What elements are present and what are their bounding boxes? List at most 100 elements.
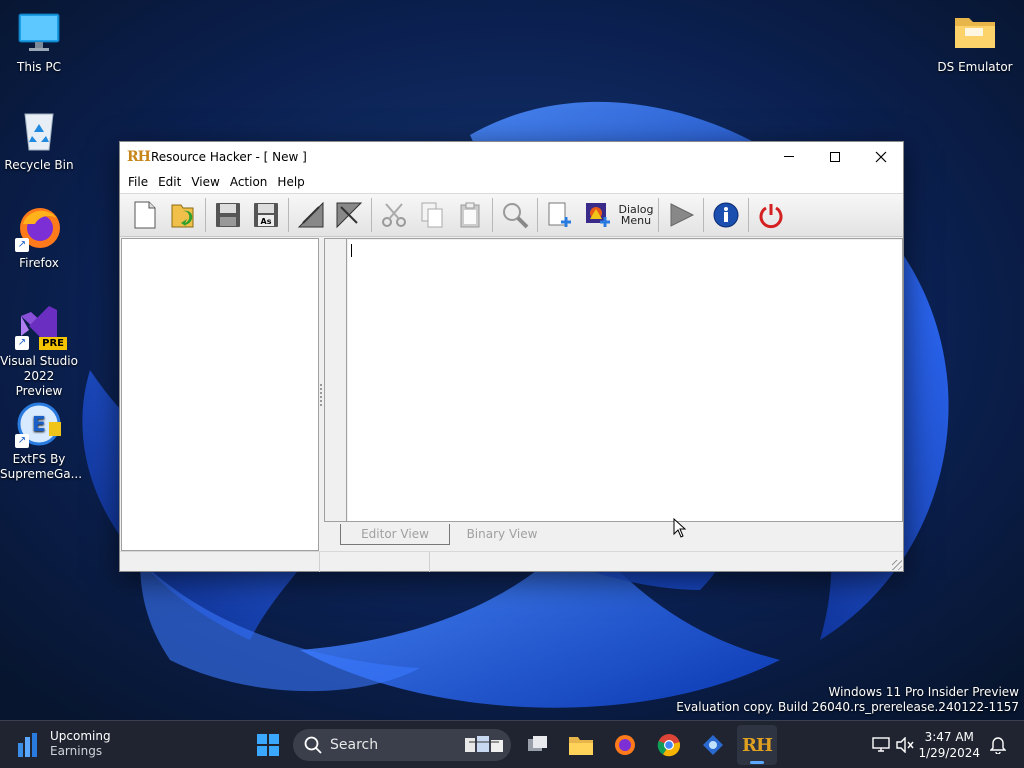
copy-button[interactable] (413, 196, 451, 234)
about-button[interactable] (707, 196, 745, 234)
desktop-icon-label: Recycle Bin (4, 158, 74, 172)
taskbar-firefox[interactable] (605, 725, 645, 765)
compile-button[interactable] (292, 196, 330, 234)
save-button[interactable] (209, 196, 247, 234)
svg-text:E: E (32, 412, 46, 436)
desktop-icon-extfs[interactable]: E ↗ ExtFS By SupremeGa... (0, 400, 82, 482)
visual-studio-icon: ↗ PRE (15, 302, 67, 350)
pre-badge: PRE (39, 337, 67, 350)
editor-frame (324, 238, 903, 522)
new-file-button[interactable] (126, 196, 164, 234)
add-blank-resource-button[interactable] (541, 196, 579, 234)
desktop-icon-recycle-bin[interactable]: Recycle Bin (0, 106, 78, 173)
svg-text:As: As (261, 217, 272, 226)
weather-widget[interactable]: Upcoming Earnings (16, 729, 111, 759)
find-button[interactable] (496, 196, 534, 234)
editor-gutter (325, 239, 347, 521)
taskbar-resource-hacker[interactable]: RH (737, 725, 777, 765)
taskbar-task-view[interactable] (517, 725, 557, 765)
power-icon (759, 204, 783, 229)
minimize-icon (784, 156, 794, 157)
taskbar-search[interactable]: Search (293, 729, 511, 761)
taskbar-app-blue[interactable] (693, 725, 733, 765)
exit-button[interactable] (752, 196, 790, 234)
toolbar-separator (703, 198, 704, 232)
tab-label: Binary View (466, 527, 538, 541)
tab-editor-view[interactable]: Editor View (340, 524, 450, 545)
folder-icon (951, 8, 999, 56)
stocks-chart-icon (18, 733, 37, 757)
toolbar-separator (371, 198, 372, 232)
desktop-icon-visual-studio[interactable]: ↗ PRE Visual Studio 2022 Preview (0, 302, 78, 399)
title-bar[interactable]: RH Resource Hacker - [ New ] (120, 142, 903, 171)
notification-bell-icon[interactable] (990, 736, 1006, 754)
status-bar (120, 551, 903, 572)
rh-app-icon: RH (742, 734, 773, 756)
toolbar-separator (658, 198, 659, 232)
compile-arrow-icon (297, 201, 324, 228)
menu-help[interactable]: Help (272, 175, 309, 189)
run-script-button[interactable] (330, 196, 368, 234)
info-icon (713, 202, 739, 228)
status-cell (120, 552, 320, 572)
copy-icon (421, 202, 443, 228)
run-button[interactable] (662, 196, 700, 234)
menu-file[interactable]: File (123, 175, 153, 189)
toolbar-separator (492, 198, 493, 232)
new-file-icon (134, 201, 156, 229)
toolbar-separator (748, 198, 749, 232)
shortcut-arrow-icon: ↗ (15, 434, 29, 448)
recycle-bin-icon (15, 106, 63, 154)
add-image-resource-button[interactable] (579, 196, 617, 234)
dialog-menu-button[interactable]: Dialog Menu (617, 196, 655, 234)
taskbar-file-explorer[interactable] (561, 725, 601, 765)
menu-view[interactable]: View (186, 175, 224, 189)
clock-date: 1/29/2024 (918, 746, 980, 760)
volume-muted-icon[interactable] (896, 737, 914, 753)
network-icon[interactable] (872, 737, 890, 753)
window-title: Resource Hacker - [ New ] (151, 149, 307, 164)
cut-button[interactable] (375, 196, 413, 234)
desktop-icon-label: ExtFS By SupremeGa... (0, 452, 83, 481)
scissors-icon (382, 203, 406, 227)
menu-edit[interactable]: Edit (153, 175, 186, 189)
tab-label: Editor View (361, 527, 429, 541)
toolbar-separator (205, 198, 206, 232)
taskbar: Upcoming Earnings Search RH 3:47 AM 1/29… (0, 720, 1024, 768)
firefox-icon: ↗ (15, 204, 63, 252)
desktop-icon-firefox[interactable]: ↗ Firefox (0, 204, 78, 271)
start-button[interactable] (248, 725, 288, 765)
resource-hacker-window[interactable]: RH Resource Hacker - [ New ] File Edit V… (119, 141, 904, 572)
desktop-icon-label: DS Emulator (937, 60, 1013, 74)
clock-time: 3:47 AM (924, 730, 974, 744)
content-area: Editor View Binary View (120, 238, 903, 551)
open-file-button[interactable] (164, 196, 202, 234)
resource-tree-pane[interactable] (121, 238, 319, 551)
close-icon (875, 151, 887, 162)
app-diamond-icon (703, 735, 723, 755)
shortcut-arrow-icon: ↗ (15, 238, 29, 252)
maximize-button[interactable] (812, 142, 858, 171)
minimize-button[interactable] (766, 142, 812, 171)
app-logo-icon: RH (127, 148, 151, 165)
menu-action[interactable]: Action (225, 175, 273, 189)
tab-binary-view[interactable]: Binary View (452, 524, 552, 545)
task-view-icon (528, 736, 547, 751)
save-as-button[interactable]: As (247, 196, 285, 234)
desktop-icon-ds-emulator[interactable]: DS Emulator (936, 8, 1014, 75)
desktop-icon-this-pc[interactable]: This PC (0, 8, 78, 75)
taskbar-chrome[interactable] (649, 725, 689, 765)
paste-button[interactable] (451, 196, 489, 234)
taskbar-clock[interactable]: 3:47 AM 1/29/2024 (918, 729, 980, 761)
toolbar-separator (537, 198, 538, 232)
add-blank-icon (548, 202, 571, 227)
watermark-line: Windows 11 Pro Insider Preview (828, 685, 1019, 699)
dialog-menu-label: Menu (620, 214, 652, 227)
close-button[interactable] (858, 142, 904, 171)
weather-subtitle: Earnings (50, 744, 103, 758)
mouse-cursor-icon (673, 518, 687, 538)
menu-bar: File Edit View Action Help (120, 171, 903, 193)
view-tabs: Editor View Binary View (324, 522, 903, 551)
script-editor[interactable] (348, 240, 902, 521)
splitter-grip-icon (320, 384, 322, 406)
